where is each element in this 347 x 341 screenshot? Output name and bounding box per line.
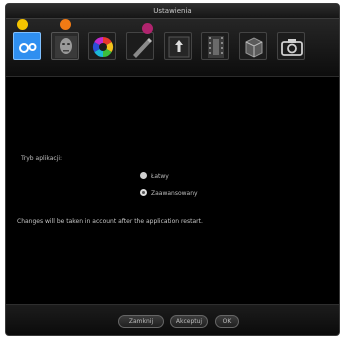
tab-export[interactable] [164,32,192,60]
marker-yellow-dot [17,19,28,30]
window-title: Ustawienia [153,7,192,15]
tab-colors[interactable] [88,32,116,60]
tab-face[interactable] [51,32,79,60]
tab-camera[interactable] [277,32,305,60]
tab-general[interactable] [13,32,41,60]
tab-brush[interactable] [126,32,154,60]
radio-easy-label[interactable]: Łatwy [151,173,169,180]
close-button[interactable]: Zamknij [118,315,164,328]
restart-notice: Changes will be taken in account after t… [17,218,203,225]
camera-icon [281,39,303,56]
brush-icon [133,38,152,58]
settings-toolbar [6,19,339,77]
puzzle-box-icon [245,37,263,58]
dialog-footer: Zamknij Akceptuj OK [6,304,339,335]
face-icon [55,36,77,58]
accept-button[interactable]: Akceptuj [170,315,208,328]
marker-orange-dot [60,19,71,30]
settings-window: Ustawienia Tryb aplikacji: Łatwy Zaawans… [5,3,340,336]
film-strip-icon [208,36,224,58]
radio-advanced-label[interactable]: Zaawansowany [151,190,198,197]
upload-arrow-icon [168,36,190,58]
gears-icon [19,43,37,53]
radio-advanced[interactable] [140,189,147,196]
tab-film[interactable] [201,32,229,60]
settings-content: Tryb aplikacji: Łatwy Zaawansowany Chang… [6,78,339,304]
app-mode-label: Tryb aplikacji: [21,155,63,162]
ok-button[interactable]: OK [215,315,239,328]
title-bar[interactable]: Ustawienia [6,4,339,19]
color-wheel-icon [92,36,114,58]
tab-plugins[interactable] [239,32,267,60]
marker-magenta-dot [142,23,153,34]
radio-easy[interactable] [140,172,147,179]
